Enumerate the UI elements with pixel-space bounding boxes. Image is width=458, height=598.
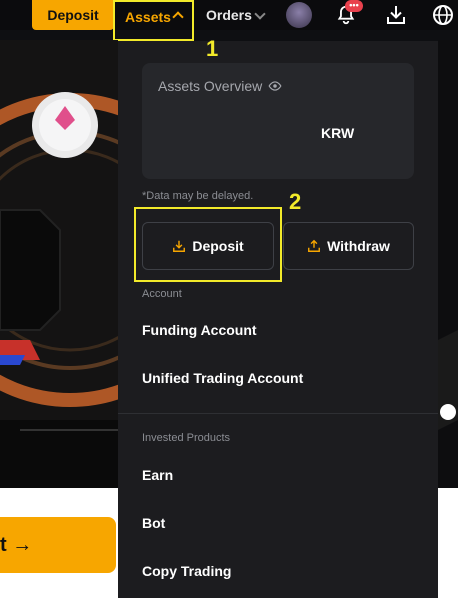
menu-divider (118, 413, 438, 414)
chevron-up-icon (172, 11, 184, 23)
get-started-button[interactable]: t → (0, 517, 116, 573)
notification-badge: ••• (345, 0, 363, 12)
orders-menu-trigger[interactable]: Orders (206, 0, 266, 30)
overview-currency: KRW (321, 125, 355, 141)
menu-item-funding-account[interactable]: Funding Account (142, 322, 257, 338)
hero-banner-edge (438, 40, 458, 488)
download-icon[interactable] (384, 3, 408, 27)
avatar[interactable] (286, 2, 312, 28)
menu-item-bot[interactable]: Bot (142, 515, 165, 531)
withdraw-icon (308, 239, 321, 252)
assets-menu-trigger[interactable]: Assets (113, 0, 194, 41)
hero-banner-image (0, 40, 118, 488)
step-1-annotation: 1 (206, 36, 219, 61)
menu-item-earn[interactable]: Earn (142, 467, 173, 483)
assets-label: Assets (125, 9, 171, 25)
withdraw-label: Withdraw (327, 238, 390, 254)
menu-item-unified-trading-account[interactable]: Unified Trading Account (142, 370, 303, 386)
orders-label: Orders (206, 7, 252, 23)
eye-icon[interactable] (268, 79, 282, 93)
deposit-top-button[interactable]: Deposit (32, 0, 114, 30)
deposit-highlight-box (134, 207, 282, 282)
step-2-annotation: 2 (289, 189, 302, 214)
data-delay-note: *Data may be delayed. (142, 190, 254, 202)
withdraw-button[interactable]: Withdraw (283, 222, 414, 270)
chevron-down-icon (254, 7, 266, 20)
account-section-label: Account (142, 288, 182, 300)
globe-icon[interactable] (431, 3, 455, 27)
invested-products-section-label: Invested Products (142, 432, 231, 444)
menu-item-copy-trading[interactable]: Copy Trading (142, 563, 231, 579)
assets-overview-title: Assets Overview (158, 78, 282, 94)
hero-illustration (0, 92, 118, 488)
